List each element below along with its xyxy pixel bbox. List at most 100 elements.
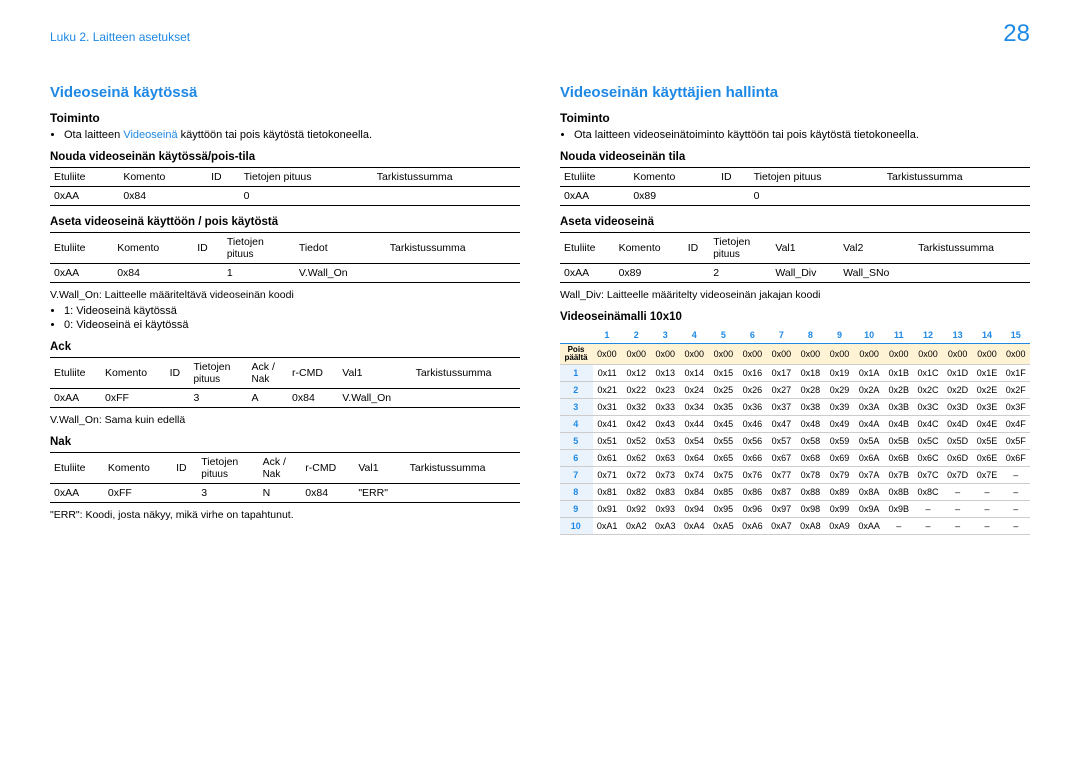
model-col-head: 10 — [854, 327, 884, 344]
model-cell: 0x3D — [943, 399, 973, 416]
model-cell: 0x73 — [651, 467, 680, 484]
ack-heading: Ack — [50, 341, 520, 353]
model-cell: 0x58 — [796, 433, 825, 450]
model-col-head: 3 — [651, 327, 680, 344]
model-cell: 0x4B — [884, 416, 913, 433]
model-cell: 0x71 — [592, 467, 622, 484]
model-cell: 0x4C — [913, 416, 943, 433]
model-col-head: 7 — [767, 327, 796, 344]
model-cell: 0xA2 — [622, 518, 651, 535]
model-cell: 0x46 — [738, 416, 767, 433]
model-cell: 0x5A — [854, 433, 884, 450]
model-cell: 0x6C — [913, 450, 943, 467]
model-cell: 0x00 — [738, 344, 767, 365]
model-cell: 0x69 — [825, 450, 854, 467]
model-cell: 0x00 — [767, 344, 796, 365]
model-cell: 0x00 — [709, 344, 738, 365]
model-cell: 0x6E — [972, 450, 1001, 467]
model-cell: 0xA5 — [709, 518, 738, 535]
model-cell: – — [884, 518, 913, 535]
model-cell: 0x3B — [884, 399, 913, 416]
section-title-right: Videoseinän käyttäjien hallinta — [560, 84, 1030, 101]
model-cell: 0x13 — [651, 365, 680, 382]
model-cell: 0x63 — [651, 450, 680, 467]
model-cell: 0x45 — [709, 416, 738, 433]
model-cell: 0x31 — [592, 399, 622, 416]
model-cell: 0x21 — [592, 382, 622, 399]
model-cell: – — [1002, 467, 1031, 484]
set-heading-right: Aseta videoseinä — [560, 216, 1030, 228]
model-cell: 0x57 — [767, 433, 796, 450]
model-cell: 0x9A — [854, 501, 884, 518]
model-cell: 0x1B — [884, 365, 913, 382]
model-cell: 0x5C — [913, 433, 943, 450]
model-cell: – — [972, 484, 1001, 501]
model-cell: 0x81 — [592, 484, 622, 501]
model-col-head: 12 — [913, 327, 943, 344]
model-cell: 0xA3 — [651, 518, 680, 535]
model-cell: 0x7B — [884, 467, 913, 484]
model-cell: 0x49 — [825, 416, 854, 433]
model-cell: – — [913, 518, 943, 535]
model-cell: 0x3A — [854, 399, 884, 416]
model-cell: 0x6F — [1002, 450, 1031, 467]
func-heading-right: Toiminto — [560, 111, 1030, 125]
model-cell: – — [943, 501, 973, 518]
model-heading: Videoseinämalli 10x10 — [560, 311, 1030, 323]
model-cell: 0x35 — [709, 399, 738, 416]
model-cell: 0xA9 — [825, 518, 854, 535]
model-cell: 0x1D — [943, 365, 973, 382]
model-cell: 0x5D — [943, 433, 973, 450]
model-table: 123456789101112131415Poispäältä0x000x000… — [560, 327, 1030, 535]
ack-table: Etuliite Komento ID Tietojenpituus Ack /… — [50, 357, 520, 408]
model-cell: 0x8C — [913, 484, 943, 501]
model-cell: – — [913, 501, 943, 518]
model-cell: 0x4E — [972, 416, 1001, 433]
model-cell: 0x4D — [943, 416, 973, 433]
model-cell: 0x41 — [592, 416, 622, 433]
model-cell: 0x48 — [796, 416, 825, 433]
model-col-head: 2 — [622, 327, 651, 344]
model-cell: 0x93 — [651, 501, 680, 518]
model-cell: 0x33 — [651, 399, 680, 416]
model-cell: 0x39 — [825, 399, 854, 416]
model-cell: 0x3E — [972, 399, 1001, 416]
model-cell: – — [943, 484, 973, 501]
model-cell: 0x4F — [1002, 416, 1031, 433]
model-cell: 0x44 — [680, 416, 709, 433]
model-col-head: 11 — [884, 327, 913, 344]
model-cell: 0x54 — [680, 433, 709, 450]
model-cell: 0x17 — [767, 365, 796, 382]
model-col-head: 13 — [943, 327, 973, 344]
model-cell: 0x42 — [622, 416, 651, 433]
model-cell: 0x1F — [1002, 365, 1031, 382]
model-cell: 0xA6 — [738, 518, 767, 535]
model-cell: 0x55 — [709, 433, 738, 450]
model-cell: 0x5E — [972, 433, 1001, 450]
model-cell: 0x72 — [622, 467, 651, 484]
model-cell: 0x59 — [825, 433, 854, 450]
model-cell: 0x3F — [1002, 399, 1031, 416]
get-table-left: Etuliite Komento ID Tietojen pituus Tark… — [50, 167, 520, 206]
model-cell: 0x4A — [854, 416, 884, 433]
model-cell: 0x16 — [738, 365, 767, 382]
model-cell: – — [1002, 501, 1031, 518]
model-cell: 0x2C — [913, 382, 943, 399]
model-cell: 0xA4 — [680, 518, 709, 535]
model-cell: 0x3C — [913, 399, 943, 416]
model-cell: 0x15 — [709, 365, 738, 382]
model-col-head: 6 — [738, 327, 767, 344]
model-cell: 0x18 — [796, 365, 825, 382]
model-cell: 0x22 — [622, 382, 651, 399]
model-cell: 0x75 — [709, 467, 738, 484]
model-cell: 0x28 — [796, 382, 825, 399]
right-column: Videoseinän käyttäjien hallinta Toiminto… — [560, 84, 1030, 535]
model-cell: – — [1002, 484, 1031, 501]
model-cell: 0x6B — [884, 450, 913, 467]
model-cell: 0x34 — [680, 399, 709, 416]
model-cell: 0x38 — [796, 399, 825, 416]
model-cell: 0x66 — [738, 450, 767, 467]
left-column: Videoseinä käytössä Toiminto Ota laittee… — [50, 84, 520, 535]
model-row-head: 1 — [560, 365, 592, 382]
get-heading-right: Nouda videoseinän tila — [560, 151, 1030, 163]
